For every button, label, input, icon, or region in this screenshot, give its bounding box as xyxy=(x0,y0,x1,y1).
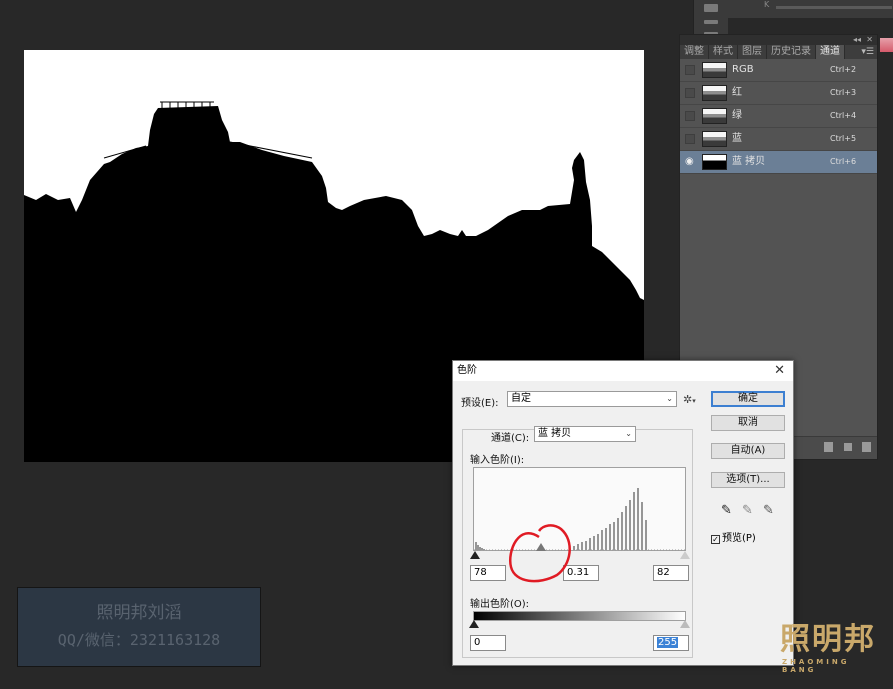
preview-label: 预览(P) xyxy=(722,533,756,544)
channel-name: 蓝 拷贝 xyxy=(732,156,766,167)
new-channel-icon[interactable] xyxy=(844,443,852,451)
watermark-line1: 照明邦刘滔 xyxy=(96,603,182,623)
tab-layers[interactable]: 图层 xyxy=(738,45,767,59)
tab-styles[interactable]: 样式 xyxy=(709,45,738,59)
channel-shortcut: Ctrl+6 xyxy=(830,157,857,166)
histogram-graph xyxy=(474,488,687,551)
gear-icon[interactable]: ✲▾ xyxy=(683,393,696,406)
preview-checkbox-row[interactable]: ✓ 预览(P) xyxy=(711,529,756,544)
options-button[interactable]: 选项(T)... xyxy=(711,472,785,488)
input-gamma-value: 0.31 xyxy=(567,567,590,578)
eye-icon[interactable]: ◉ xyxy=(685,157,695,167)
channel-row-blue-copy[interactable]: ◉ 蓝 拷贝 Ctrl+6 xyxy=(680,151,877,174)
input-levels-label: 输入色阶(I): xyxy=(470,455,525,466)
preset-label: 预设(E): xyxy=(461,398,499,409)
output-white-value: 255 xyxy=(657,637,679,648)
histogram xyxy=(473,467,687,551)
chevron-down-icon: ⌄ xyxy=(625,429,632,438)
channel-shortcut: Ctrl+3 xyxy=(830,88,857,97)
watermark: 照明邦刘滔 QQ/微信：2321163128 xyxy=(17,587,261,667)
save-selection-icon[interactable] xyxy=(824,442,833,452)
color-slider-panel: K xyxy=(728,0,893,18)
tab-channels[interactable]: 通道 xyxy=(816,45,845,59)
logo-name-cn: 照明邦 xyxy=(780,622,876,657)
input-black-value: 78 xyxy=(474,567,487,578)
tab-adjustments[interactable]: 调整 xyxy=(680,45,709,59)
close-icon[interactable]: ✕ xyxy=(774,361,785,381)
panel-topbar: ◂◂ ✕ xyxy=(680,35,877,45)
cancel-button[interactable]: 取消 xyxy=(711,415,785,431)
black-eyedropper-icon[interactable]: ✎ xyxy=(721,503,732,518)
collapse-icon[interactable]: ◂◂ xyxy=(853,35,861,45)
channel-shortcut: Ctrl+2 xyxy=(830,65,857,74)
preset-select[interactable]: 自定 ⌄ xyxy=(507,391,677,407)
ok-button[interactable]: 确定 xyxy=(711,391,785,407)
channel-thumbnail xyxy=(702,154,727,170)
brand-logo: 照明邦 ZHAOMING BANG xyxy=(780,614,880,684)
output-black-field[interactable]: 0 xyxy=(470,635,506,651)
channel-name: RGB xyxy=(732,64,754,75)
trash-icon[interactable] xyxy=(862,442,871,452)
tool-icon[interactable] xyxy=(704,4,718,12)
panel-tabs: 调整 样式 图层 历史记录 通道 ▾☰ xyxy=(680,45,877,59)
channel-name: 绿 xyxy=(732,110,742,121)
dialog-titlebar[interactable]: 色阶 ✕ xyxy=(453,361,793,381)
levels-dialog: 色阶 ✕ 预设(E): 自定 ⌄ ✲▾ 通道(C): 蓝 拷贝 ⌄ 输入色阶(I… xyxy=(452,360,794,666)
input-black-field[interactable]: 78 xyxy=(470,565,506,581)
input-gamma-field[interactable]: 0.31 xyxy=(563,565,599,581)
watermark-line2: QQ/微信：2321163128 xyxy=(57,631,221,649)
visibility-toggle[interactable] xyxy=(685,134,695,144)
channel-label: 通道(C): xyxy=(491,433,530,444)
channel-thumbnail xyxy=(702,62,727,78)
gamma-slider[interactable] xyxy=(536,543,546,551)
input-slider-track[interactable] xyxy=(470,543,690,559)
channel-value: 蓝 拷贝 xyxy=(538,428,572,439)
channel-select[interactable]: 蓝 拷贝 ⌄ xyxy=(534,426,636,442)
preset-value: 自定 xyxy=(511,393,531,404)
input-white-field[interactable]: 82 xyxy=(653,565,689,581)
output-white-field[interactable]: 255 xyxy=(653,635,689,651)
auto-button[interactable]: 自动(A) xyxy=(711,443,785,459)
channel-name: 红 xyxy=(732,87,742,98)
input-white-value: 82 xyxy=(657,567,670,578)
channel-row-rgb[interactable]: RGB Ctrl+2 xyxy=(680,59,877,82)
dialog-title: 色阶 xyxy=(457,365,477,376)
logo-name-en: ZHAOMING BANG xyxy=(782,658,850,674)
tool-icon[interactable] xyxy=(704,20,718,24)
channel-thumbnail xyxy=(702,85,727,101)
output-levels-label: 输出色阶(O): xyxy=(470,599,530,610)
tab-history[interactable]: 历史记录 xyxy=(767,45,816,59)
white-eyedropper-icon[interactable]: ✎ xyxy=(763,503,774,518)
channel-thumbnail xyxy=(702,131,727,147)
k-channel-label: K xyxy=(764,0,770,9)
visibility-toggle[interactable] xyxy=(685,111,695,121)
output-black-value: 0 xyxy=(474,637,481,648)
channel-name: 蓝 xyxy=(732,133,742,144)
gray-eyedropper-icon[interactable]: ✎ xyxy=(742,503,753,518)
channel-row-green[interactable]: 绿 Ctrl+4 xyxy=(680,105,877,128)
panel-menu-icon[interactable]: ▾☰ xyxy=(861,45,874,59)
k-slider[interactable] xyxy=(776,6,892,9)
visibility-toggle[interactable] xyxy=(685,88,695,98)
channel-thumbnail xyxy=(702,108,727,124)
chevron-down-icon: ⌄ xyxy=(666,394,673,403)
black-point-slider[interactable] xyxy=(470,551,480,559)
output-white-slider[interactable] xyxy=(680,620,690,628)
output-black-slider[interactable] xyxy=(469,620,479,628)
close-icon[interactable]: ✕ xyxy=(866,35,873,45)
white-point-slider[interactable] xyxy=(680,551,690,559)
preview-checkbox[interactable]: ✓ xyxy=(711,535,720,544)
output-gradient-bar xyxy=(473,611,686,621)
color-swatch[interactable] xyxy=(880,38,893,52)
visibility-toggle[interactable] xyxy=(685,65,695,75)
channel-row-red[interactable]: 红 Ctrl+3 xyxy=(680,82,877,105)
channel-row-blue[interactable]: 蓝 Ctrl+5 xyxy=(680,128,877,151)
channel-shortcut: Ctrl+4 xyxy=(830,111,857,120)
gear-glyph: ✲ xyxy=(683,393,693,406)
channel-shortcut: Ctrl+5 xyxy=(830,134,857,143)
